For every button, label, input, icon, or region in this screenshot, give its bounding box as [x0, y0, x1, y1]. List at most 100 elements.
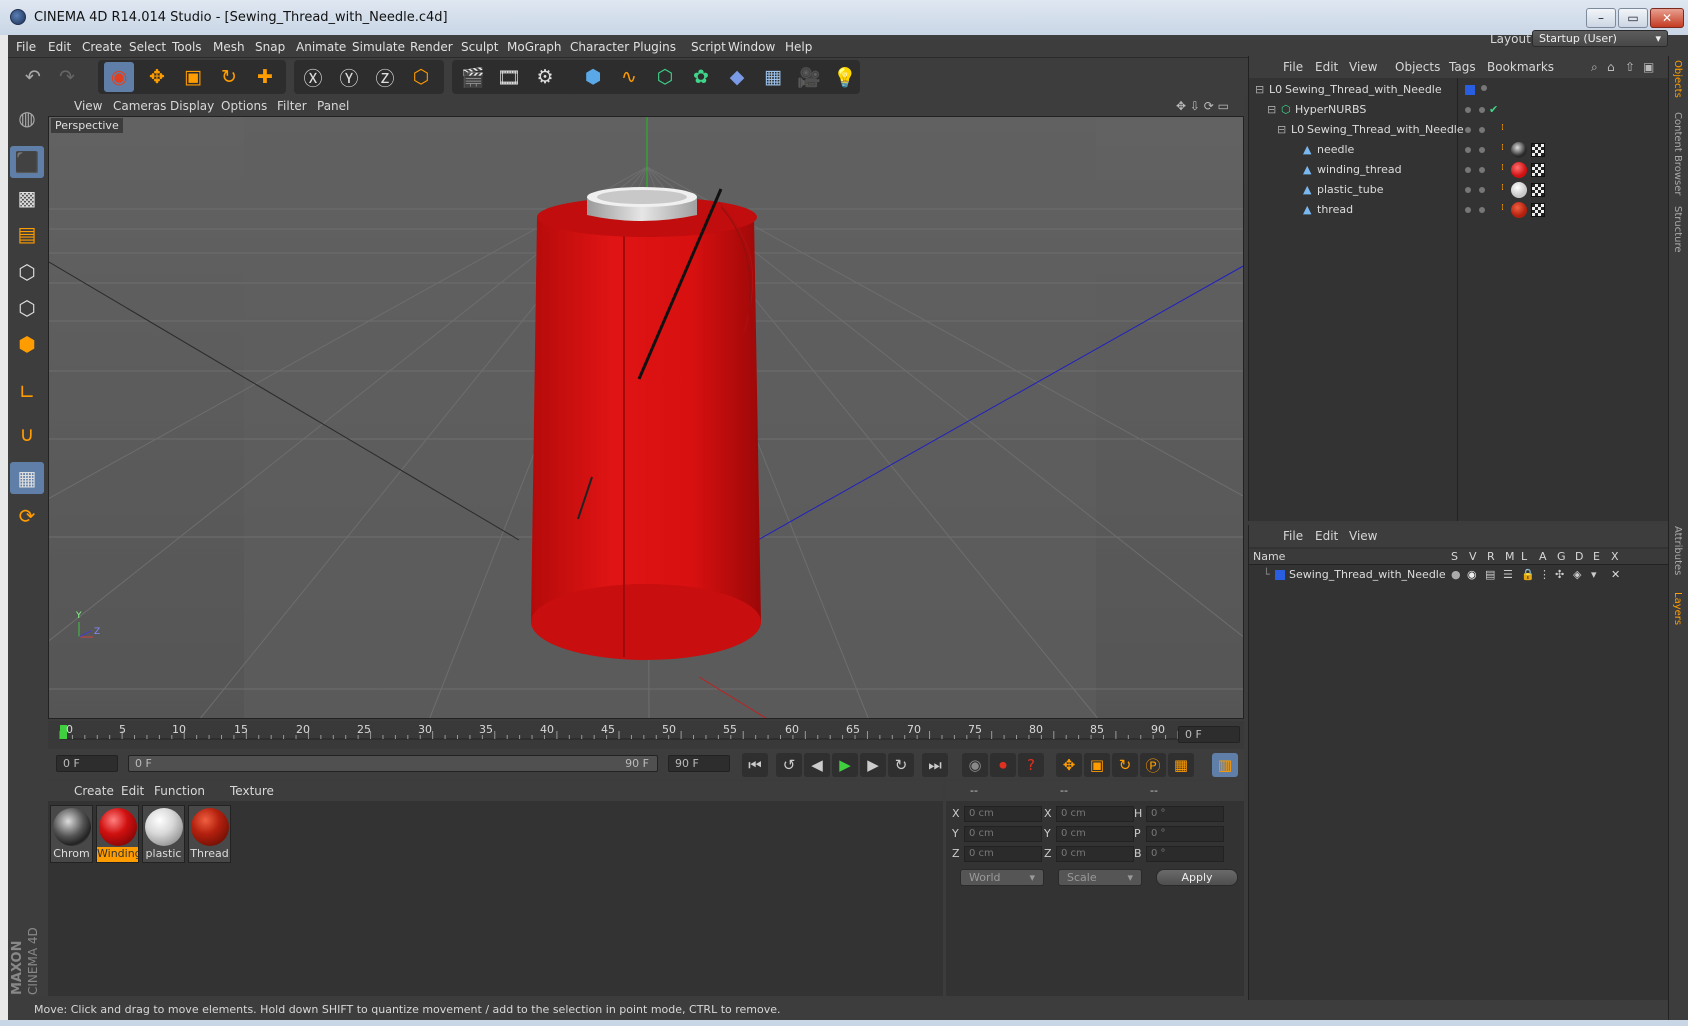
viewport-menu-filter[interactable]: Filter — [277, 99, 307, 113]
key-position-icon[interactable]: ✥ — [1056, 753, 1082, 777]
phong-tag-icon[interactable]: ⁞ — [1501, 203, 1504, 213]
object-row[interactable]: ⊟ L0 Sewing_Thread_with_Needle ⁞ — [1249, 120, 1669, 140]
render-picture-viewer-icon[interactable]: 🎞 — [494, 62, 524, 92]
render-dot-icon[interactable] — [1479, 187, 1485, 193]
material-swatch[interactable]: Thread — [188, 805, 231, 863]
texture-mode-icon[interactable]: ▩ — [10, 182, 44, 214]
current-frame-field[interactable]: 0 F — [1178, 726, 1240, 743]
visibility-dot-icon[interactable] — [1465, 187, 1471, 193]
visibility-dot-icon[interactable] — [1465, 147, 1471, 153]
apply-button[interactable]: Apply — [1156, 869, 1238, 886]
phong-tag-icon[interactable]: ⁞ — [1501, 123, 1504, 133]
object-row[interactable]: ▲ winding_thread ⁞ — [1249, 160, 1669, 180]
render-dot-icon[interactable] — [1479, 127, 1485, 133]
menu-simulate[interactable]: Simulate — [352, 40, 405, 54]
light-icon[interactable]: 💡 — [830, 62, 860, 92]
frame-range-slider[interactable]: 0 F 90 F — [128, 755, 658, 772]
menu-script[interactable]: Script — [691, 40, 726, 54]
previous-keyframe-icon[interactable]: ↺ — [776, 753, 802, 777]
make-editable-icon[interactable]: ◍ — [10, 102, 44, 134]
object-row[interactable]: ▲ thread ⁞ — [1249, 200, 1669, 220]
menu-mesh[interactable]: Mesh — [213, 40, 245, 54]
uvw-tag-icon[interactable] — [1531, 143, 1545, 157]
tab-content-browser[interactable]: Content Browser — [1672, 112, 1683, 195]
viewport-menu-panel[interactable]: Panel — [317, 99, 349, 113]
render-dot-icon[interactable] — [1479, 107, 1485, 113]
size-x-field[interactable]: 0 cm — [1056, 806, 1134, 822]
tab-objects[interactable]: Objects — [1672, 60, 1683, 98]
timeline-window-icon[interactable]: ▥ — [1212, 753, 1238, 777]
manager-icon[interactable]: ☰ — [1503, 568, 1513, 581]
floor-icon[interactable]: ▦ — [758, 62, 788, 92]
layout-select[interactable]: Startup (User) ▾ — [1532, 30, 1668, 47]
spline-icon[interactable]: ∿ — [614, 62, 644, 92]
end-frame-field[interactable]: 90 F — [668, 755, 730, 772]
material-swatch[interactable]: Winding — [96, 805, 139, 863]
material-menu-function[interactable]: Function — [154, 784, 205, 798]
menu-window[interactable]: Window — [728, 40, 775, 54]
previous-frame-icon[interactable]: ◀ — [804, 753, 830, 777]
generator-icon[interactable]: ✣ — [1555, 568, 1564, 581]
tab-layers[interactable]: Layers — [1672, 592, 1683, 625]
menu-create[interactable]: Create — [82, 40, 122, 54]
visibility-dot-icon[interactable] — [1465, 127, 1471, 133]
viewport-menu-options[interactable]: Options — [221, 99, 267, 113]
object-row[interactable]: ⊟ L0 Sewing_Thread_with_Needle — [1249, 80, 1669, 100]
model-mode-icon[interactable]: ⬛ — [10, 146, 44, 178]
phong-tag-icon[interactable]: ⁞ — [1501, 143, 1504, 153]
undo-icon[interactable]: ↶ — [18, 62, 48, 92]
object-menu-objects[interactable]: Objects — [1395, 60, 1440, 74]
workplane-mode-icon[interactable]: ▤ — [10, 218, 44, 250]
uvw-tag-icon[interactable] — [1531, 183, 1545, 197]
menu-mograph[interactable]: MoGraph — [507, 40, 562, 54]
menu-select[interactable]: Select — [129, 40, 166, 54]
menu-animate[interactable]: Animate — [296, 40, 346, 54]
visibility-dot-icon[interactable] — [1481, 85, 1487, 91]
record-keys-icon[interactable]: ◉ — [962, 753, 988, 777]
material-swatch[interactable]: plastic — [142, 805, 185, 863]
rotation-p-field[interactable]: 0 ° — [1146, 826, 1224, 842]
position-y-field[interactable]: 0 cm — [964, 826, 1042, 842]
points-mode-icon[interactable]: ⬡ — [10, 256, 44, 288]
play-icon[interactable]: ▶ — [832, 753, 858, 777]
array-icon[interactable]: ✿ — [686, 62, 716, 92]
object-row[interactable]: ▲ plastic_tube ⁞ — [1249, 180, 1669, 200]
camera-icon[interactable]: 🎥 — [794, 62, 824, 92]
object-row[interactable]: ▲ needle ⁞ — [1249, 140, 1669, 160]
menu-edit[interactable]: Edit — [48, 40, 71, 54]
visibility-dot-icon[interactable] — [1465, 207, 1471, 213]
rotation-b-field[interactable]: 0 ° — [1146, 846, 1224, 862]
layer-row[interactable]: └ Sewing_Thread_with_Needle ● ◉ ▤ ☰ 🔒 ⋮ … — [1249, 565, 1669, 585]
object-row[interactable]: ⊟ ⬡ HyperNURBS ✔ — [1249, 100, 1669, 120]
animation-icon[interactable]: ⋮ — [1539, 568, 1550, 581]
phong-tag-icon[interactable]: ⁞ — [1501, 163, 1504, 173]
next-keyframe-icon[interactable]: ↻ — [888, 753, 914, 777]
menu-tools[interactable]: Tools — [172, 40, 202, 54]
view-eye-icon[interactable]: ◉ — [1467, 568, 1477, 581]
go-to-end-icon[interactable]: ⏭ — [922, 753, 948, 777]
object-menu-file[interactable]: File — [1283, 60, 1303, 74]
polygons-mode-icon[interactable]: ⬢ — [10, 328, 44, 360]
key-scale-icon[interactable]: ▣ — [1084, 753, 1110, 777]
key-pla-icon[interactable]: ▦ — [1168, 753, 1194, 777]
minimize-button[interactable]: – — [1586, 8, 1616, 28]
redo-icon[interactable]: ↷ — [52, 62, 82, 92]
next-frame-icon[interactable]: ▶ — [860, 753, 886, 777]
menu-plugins[interactable]: Plugins — [633, 40, 676, 54]
material-tag-icon[interactable] — [1511, 182, 1527, 198]
deformer-icon[interactable]: ◈ — [1573, 568, 1581, 581]
phong-tag-icon[interactable]: ⁞ — [1501, 183, 1504, 193]
uvw-tag-icon[interactable] — [1531, 203, 1545, 217]
expression-icon[interactable]: ▾ — [1591, 568, 1597, 581]
object-menu-tags[interactable]: Tags — [1449, 60, 1476, 74]
close-button[interactable]: ✕ — [1650, 8, 1684, 28]
live-selection-icon[interactable]: ◉ — [104, 62, 134, 92]
axis-mode-icon[interactable]: ∟ — [10, 376, 44, 408]
viewport-nav-icons[interactable]: ✥ ⇩ ⟳ ▭ — [1176, 99, 1229, 113]
key-parameter-icon[interactable]: Ⓟ — [1140, 753, 1166, 777]
autokey-icon[interactable]: ⏺ — [990, 753, 1016, 777]
material-menu-texture[interactable]: Texture — [230, 784, 274, 798]
enabled-check-icon[interactable]: ✔ — [1489, 103, 1498, 116]
menu-character[interactable]: Character — [570, 40, 629, 54]
menu-help[interactable]: Help — [785, 40, 812, 54]
